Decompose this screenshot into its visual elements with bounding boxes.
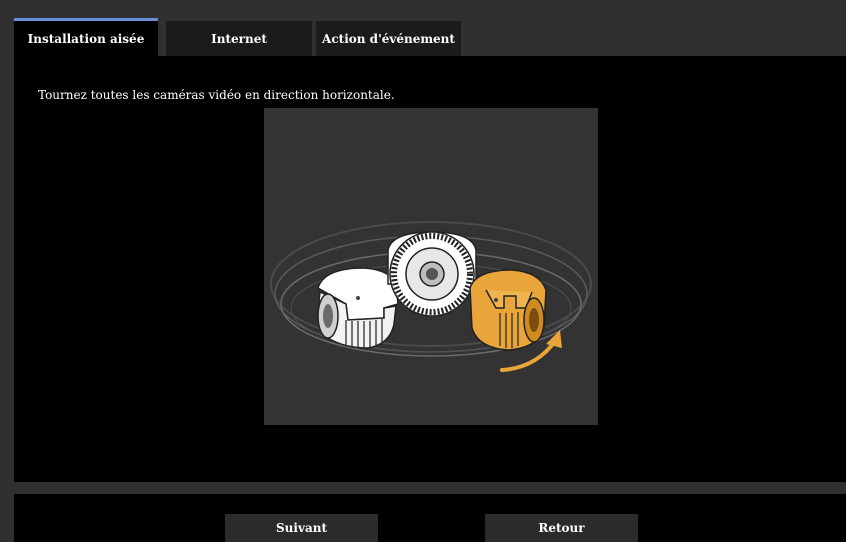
tab-bar: Installation aisée Internet Action d'évé…: [14, 18, 465, 56]
next-button[interactable]: Suivant: [225, 514, 378, 542]
tab-event-action[interactable]: Action d'événement: [316, 18, 461, 56]
easy-setup-page: Installation aisée Internet Action d'évé…: [0, 0, 846, 542]
footer-panel: Suivant Retour: [14, 494, 846, 542]
center-camera-icon: [387, 231, 477, 317]
instruction-text: Tournez toutes les caméras vidéo en dire…: [38, 88, 395, 102]
top-strip: [0, 0, 846, 12]
back-button[interactable]: Retour: [485, 514, 638, 542]
tab-easy-setup[interactable]: Installation aisée: [14, 18, 158, 56]
dome-cameras-rotation-icon: [270, 221, 592, 372]
right-camera-icon: [469, 269, 547, 351]
tab-internet[interactable]: Internet: [166, 18, 312, 56]
main-panel: Tournez toutes les caméras vidéo en dire…: [14, 56, 846, 482]
left-camera-icon: [317, 267, 399, 349]
separator-bar: [0, 482, 846, 494]
camera-rotation-illustration: [264, 108, 598, 425]
